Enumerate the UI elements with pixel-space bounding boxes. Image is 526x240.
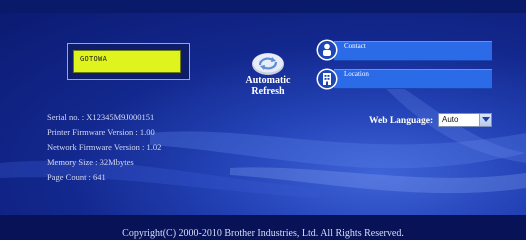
copyright-text: Copyright(C) 2000-2010 Brother Industrie… bbox=[122, 228, 404, 239]
serial-number: Serial no. : X12345M9J000151 bbox=[47, 112, 155, 122]
printer-firmware-version: Printer Firmware Version : 1.00 bbox=[47, 127, 155, 137]
building-icon[interactable] bbox=[316, 68, 338, 90]
location-label[interactable]: Location bbox=[344, 70, 369, 78]
web-language-value[interactable]: Auto bbox=[442, 115, 458, 124]
refresh-icon[interactable] bbox=[251, 52, 285, 76]
contact-label[interactable]: Contact bbox=[344, 42, 366, 50]
network-firmware-version: Network Firmware Version : 1.02 bbox=[47, 142, 162, 152]
chevron-down-icon[interactable] bbox=[479, 114, 491, 126]
page-count: Page Count : 641 bbox=[47, 172, 106, 182]
refresh-label-line1: Automatic bbox=[245, 75, 291, 86]
web-language-label: Web Language: bbox=[369, 116, 434, 126]
person-icon[interactable] bbox=[316, 39, 338, 61]
automatic-refresh-link[interactable]: Automatic Refresh bbox=[238, 75, 298, 97]
refresh-label-line2: Refresh bbox=[251, 86, 285, 97]
memory-size: Memory Size : 32Mbytes bbox=[47, 157, 134, 167]
status-display: GOTOWA bbox=[73, 50, 181, 73]
